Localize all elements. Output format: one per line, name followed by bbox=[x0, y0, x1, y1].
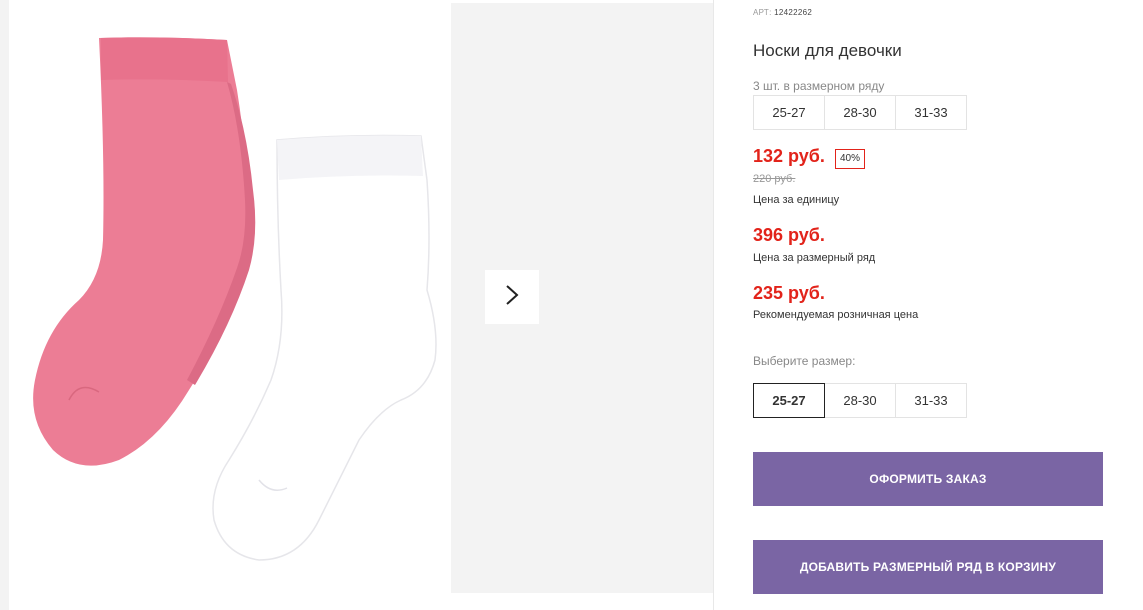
pack-price-note: Цена за размерный ряд bbox=[753, 252, 876, 264]
size-option-25-27[interactable]: 25-27 bbox=[753, 383, 825, 418]
unit-price-note: Цена за единицу bbox=[753, 194, 840, 206]
size-option-28-30[interactable]: 28-30 bbox=[824, 383, 896, 418]
add-to-cart-button[interactable]: ДОБАВИТЬ РАЗМЕРНЫЙ РЯД В КОРЗИНУ bbox=[753, 540, 1103, 594]
old-price: 220 руб. bbox=[753, 173, 796, 185]
pack-size-label: 3 шт. в размерном ряду bbox=[753, 79, 885, 93]
pack-size-item: 31-33 bbox=[895, 95, 967, 130]
pack-size-item: 25-27 bbox=[753, 95, 825, 130]
discount-badge: 40% bbox=[835, 149, 866, 169]
article-value: 12422262 bbox=[774, 8, 813, 17]
pack-price: 396 руб. bbox=[753, 225, 825, 245]
pink-sock-image bbox=[33, 37, 256, 466]
product-title: Носки для девочки bbox=[753, 41, 902, 60]
size-option-31-33[interactable]: 31-33 bbox=[895, 383, 967, 418]
pack-size-item: 28-30 bbox=[824, 95, 896, 130]
order-button[interactable]: ОФОРМИТЬ ЗАКАЗ bbox=[753, 452, 1103, 506]
column-divider bbox=[713, 0, 714, 610]
article-label: АРТ: bbox=[753, 8, 772, 17]
retail-price: 235 руб. bbox=[753, 283, 825, 303]
chevron-right-icon bbox=[505, 284, 519, 311]
product-gallery bbox=[0, 0, 714, 610]
product-photo bbox=[9, 0, 451, 593]
unit-price: 132 руб. bbox=[753, 146, 825, 166]
size-selector: 25-27 28-30 31-33 bbox=[753, 383, 967, 418]
pack-sizes: 25-27 28-30 31-33 bbox=[753, 95, 967, 130]
choose-size-label: Выберите размер: bbox=[753, 354, 856, 368]
next-image-button[interactable] bbox=[485, 270, 539, 324]
previous-image-strip[interactable] bbox=[0, 0, 9, 610]
article-number: АРТ: 12422262 bbox=[753, 8, 812, 17]
retail-price-note: Рекомендуемая розничная цена bbox=[753, 309, 919, 321]
